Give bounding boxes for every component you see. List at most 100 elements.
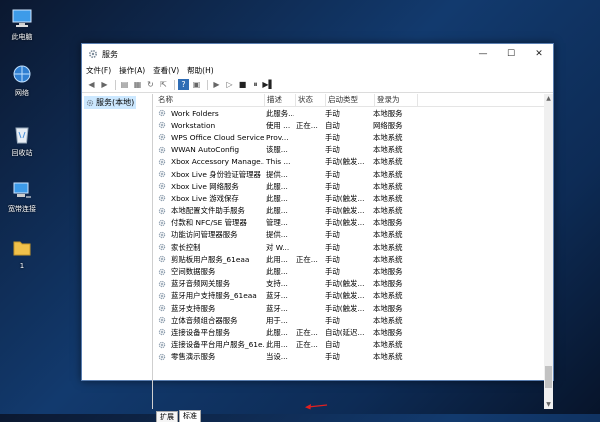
service-row[interactable]: Workstation 使用 ... 正在... 自动 网络服务 [156, 119, 543, 131]
service-log-on-as: 本地系统 [373, 340, 403, 350]
service-row[interactable]: 立体音频组合器服务 用于... 手动 本地系统 [156, 314, 543, 326]
service-name-cell: 蓝牙音频网关服务 [156, 278, 264, 289]
desktop-icon-folder[interactable]: 1 [4, 238, 40, 270]
title-bar[interactable]: 服务 — ☐ ✕ [82, 44, 553, 64]
column-header-description[interactable]: 描述 [265, 94, 296, 106]
toolbar-separator [207, 79, 208, 90]
service-gear-icon [158, 158, 166, 166]
service-row[interactable]: 零售演示服务 当设... 手动 本地系统 [156, 351, 543, 363]
service-name: 零售演示服务 [171, 352, 216, 362]
service-row[interactable]: Xbox Accessory Manage... This ... 手动(触发...… [156, 156, 543, 168]
service-name: 付款和 NFC/SE 管理器 [171, 218, 247, 228]
service-row[interactable]: WWAN AutoConfig 该服... 手动 本地系统 [156, 144, 543, 156]
service-description: 此服... [266, 327, 288, 337]
service-name: WPS Office Cloud Service [171, 132, 264, 142]
desktop-icon-network[interactable]: 网络 [4, 64, 40, 98]
start-service-alt-icon[interactable]: ▷ [224, 79, 235, 90]
scroll-up-icon[interactable]: ▲ [544, 94, 553, 103]
restart-service-icon[interactable]: ▶▌ [262, 79, 274, 90]
menu-bar: 文件(F) 操作(A) 查看(V) 帮助(H) [82, 64, 553, 77]
column-header-name[interactable]: 名称 [156, 94, 265, 106]
service-startup-type: 手动 [325, 169, 340, 179]
service-name: 本地配置文件助手服务 [171, 206, 245, 216]
service-name: 蓝牙用户支持服务_61eaa [171, 291, 257, 301]
service-gear-icon [158, 268, 166, 275]
service-startup-type: 手动(触发... [325, 279, 365, 289]
service-log-on-as: 本地系统 [373, 132, 403, 142]
desktop-icon-recycle-bin[interactable]: 回收站 [4, 124, 40, 158]
start-service-icon[interactable]: ▶ [211, 79, 222, 90]
export-icon[interactable]: ⇱ [158, 79, 169, 90]
service-row[interactable]: 空间数据服务 此服... 手动 本地服务 [156, 265, 543, 277]
forward-icon[interactable]: ▶ [99, 79, 110, 90]
service-description: 蓝牙... [266, 291, 288, 301]
service-row[interactable]: 蓝牙用户支持服务_61eaa 蓝牙... 手动(触发... 本地系统 [156, 290, 543, 302]
service-row[interactable]: 连接设备平台服务 此服... 正在... 自动(延迟... 本地服务 [156, 326, 543, 338]
service-description: Prov... [266, 132, 289, 142]
help-icon[interactable]: ? [178, 79, 189, 90]
service-name: 功能访问管理器服务 [171, 230, 238, 240]
service-row[interactable]: 付款和 NFC/SE 管理器 管理... 手动(触发... 本地服务 [156, 217, 543, 229]
service-log-on-as: 本地系统 [373, 242, 403, 252]
service-log-on-as: 本地服务 [373, 327, 403, 337]
menu-help[interactable]: 帮助(H) [187, 65, 214, 76]
service-row[interactable]: 功能访问管理器服务 提供... 手动 本地系统 [156, 229, 543, 241]
service-row[interactable]: Xbox Live 网络服务 此服... 手动 本地系统 [156, 180, 543, 192]
service-log-on-as: 本地服务 [373, 303, 403, 313]
tree-node-services-local[interactable]: 服务(本地) [84, 96, 137, 109]
service-row[interactable]: 蓝牙音频网关服务 支持... 手动(触发... 本地服务 [156, 278, 543, 290]
list-header: 名称 描述 状态 启动类型 登录为 [156, 94, 553, 107]
show-hide-tree-icon[interactable]: ▤ [119, 79, 130, 90]
vertical-scrollbar[interactable]: ▲ ▼ [544, 94, 553, 409]
service-startup-type: 手动(触发... [325, 291, 365, 301]
pause-service-icon[interactable]: ⏸ [250, 79, 261, 90]
menu-action[interactable]: 操作(A) [119, 65, 145, 76]
close-button[interactable]: ✕ [525, 44, 553, 64]
toolbar-separator [115, 79, 116, 90]
minimize-button[interactable]: — [469, 44, 497, 64]
service-gear-icon [158, 304, 166, 312]
service-name-cell: 家长控制 [156, 242, 264, 253]
service-row[interactable]: Xbox Live 游戏保存 此服... 手动(触发... 本地系统 [156, 192, 543, 204]
service-row[interactable]: 蓝牙支持服务 蓝牙... 手动(触发... 本地服务 [156, 302, 543, 314]
column-header-startup-type[interactable]: 启动类型 [326, 94, 375, 106]
service-name-cell: 立体音频组合器服务 [156, 315, 264, 326]
stop-service-icon[interactable]: ■ [237, 79, 248, 90]
service-name-cell: 空间数据服务 [156, 266, 264, 277]
service-description: This ... [266, 157, 291, 167]
service-row[interactable]: 家长控制 对 W... 手动 本地系统 [156, 241, 543, 253]
service-startup-type: 自动(延迟... [325, 327, 365, 337]
view-icon[interactable]: ▣ [191, 79, 202, 90]
maximize-button[interactable]: ☐ [497, 44, 525, 64]
scroll-down-icon[interactable]: ▼ [544, 400, 553, 409]
service-row[interactable]: Work Folders 此服务... 手动 本地服务 [156, 107, 543, 119]
service-name: 立体音频组合器服务 [171, 315, 238, 325]
service-name: 连接设备平台服务 [171, 327, 231, 337]
desktop-icon-this-pc[interactable]: 此电脑 [4, 8, 40, 42]
service-row[interactable]: 本地配置文件助手服务 此服... 手动(触发... 本地系统 [156, 205, 543, 217]
properties-icon[interactable]: ▦ [132, 79, 143, 90]
refresh-icon[interactable]: ↻ [145, 79, 156, 90]
service-name-cell: Xbox Live 身份验证管理器 [156, 169, 264, 180]
column-header-status[interactable]: 状态 [296, 94, 326, 106]
service-startup-type: 手动(触发... [325, 303, 365, 313]
column-header-log-on-as[interactable]: 登录为 [375, 94, 418, 106]
menu-view[interactable]: 查看(V) [153, 65, 179, 76]
tab-extended[interactable]: 扩展 [156, 411, 178, 422]
tab-standard[interactable]: 标准 [179, 410, 201, 422]
service-row[interactable]: WPS Office Cloud Service Prov... 手动 本地系统 [156, 131, 543, 143]
back-icon[interactable]: ◀ [86, 79, 97, 90]
desktop-icon-broadband[interactable]: 宽带连接 [4, 180, 40, 214]
service-name-cell: Xbox Accessory Manage... [156, 157, 264, 166]
service-log-on-as: 本地系统 [373, 181, 403, 191]
scroll-thumb[interactable] [545, 366, 552, 388]
service-name: 空间数据服务 [171, 267, 216, 277]
service-name: WWAN AutoConfig [171, 145, 240, 155]
service-name: Work Folders [171, 108, 219, 118]
service-gear-icon [158, 219, 166, 226]
service-row[interactable]: 连接设备平台用户服务_61e... 此用... 正在... 自动 本地系统 [156, 339, 543, 351]
service-gear-icon [158, 122, 166, 129]
service-row[interactable]: 剪贴板用户服务_61eaa 此用... 正在... 手动 本地系统 [156, 253, 543, 265]
menu-file[interactable]: 文件(F) [86, 65, 111, 76]
service-row[interactable]: Xbox Live 身份验证管理器 提供... 手动 本地系统 [156, 168, 543, 180]
